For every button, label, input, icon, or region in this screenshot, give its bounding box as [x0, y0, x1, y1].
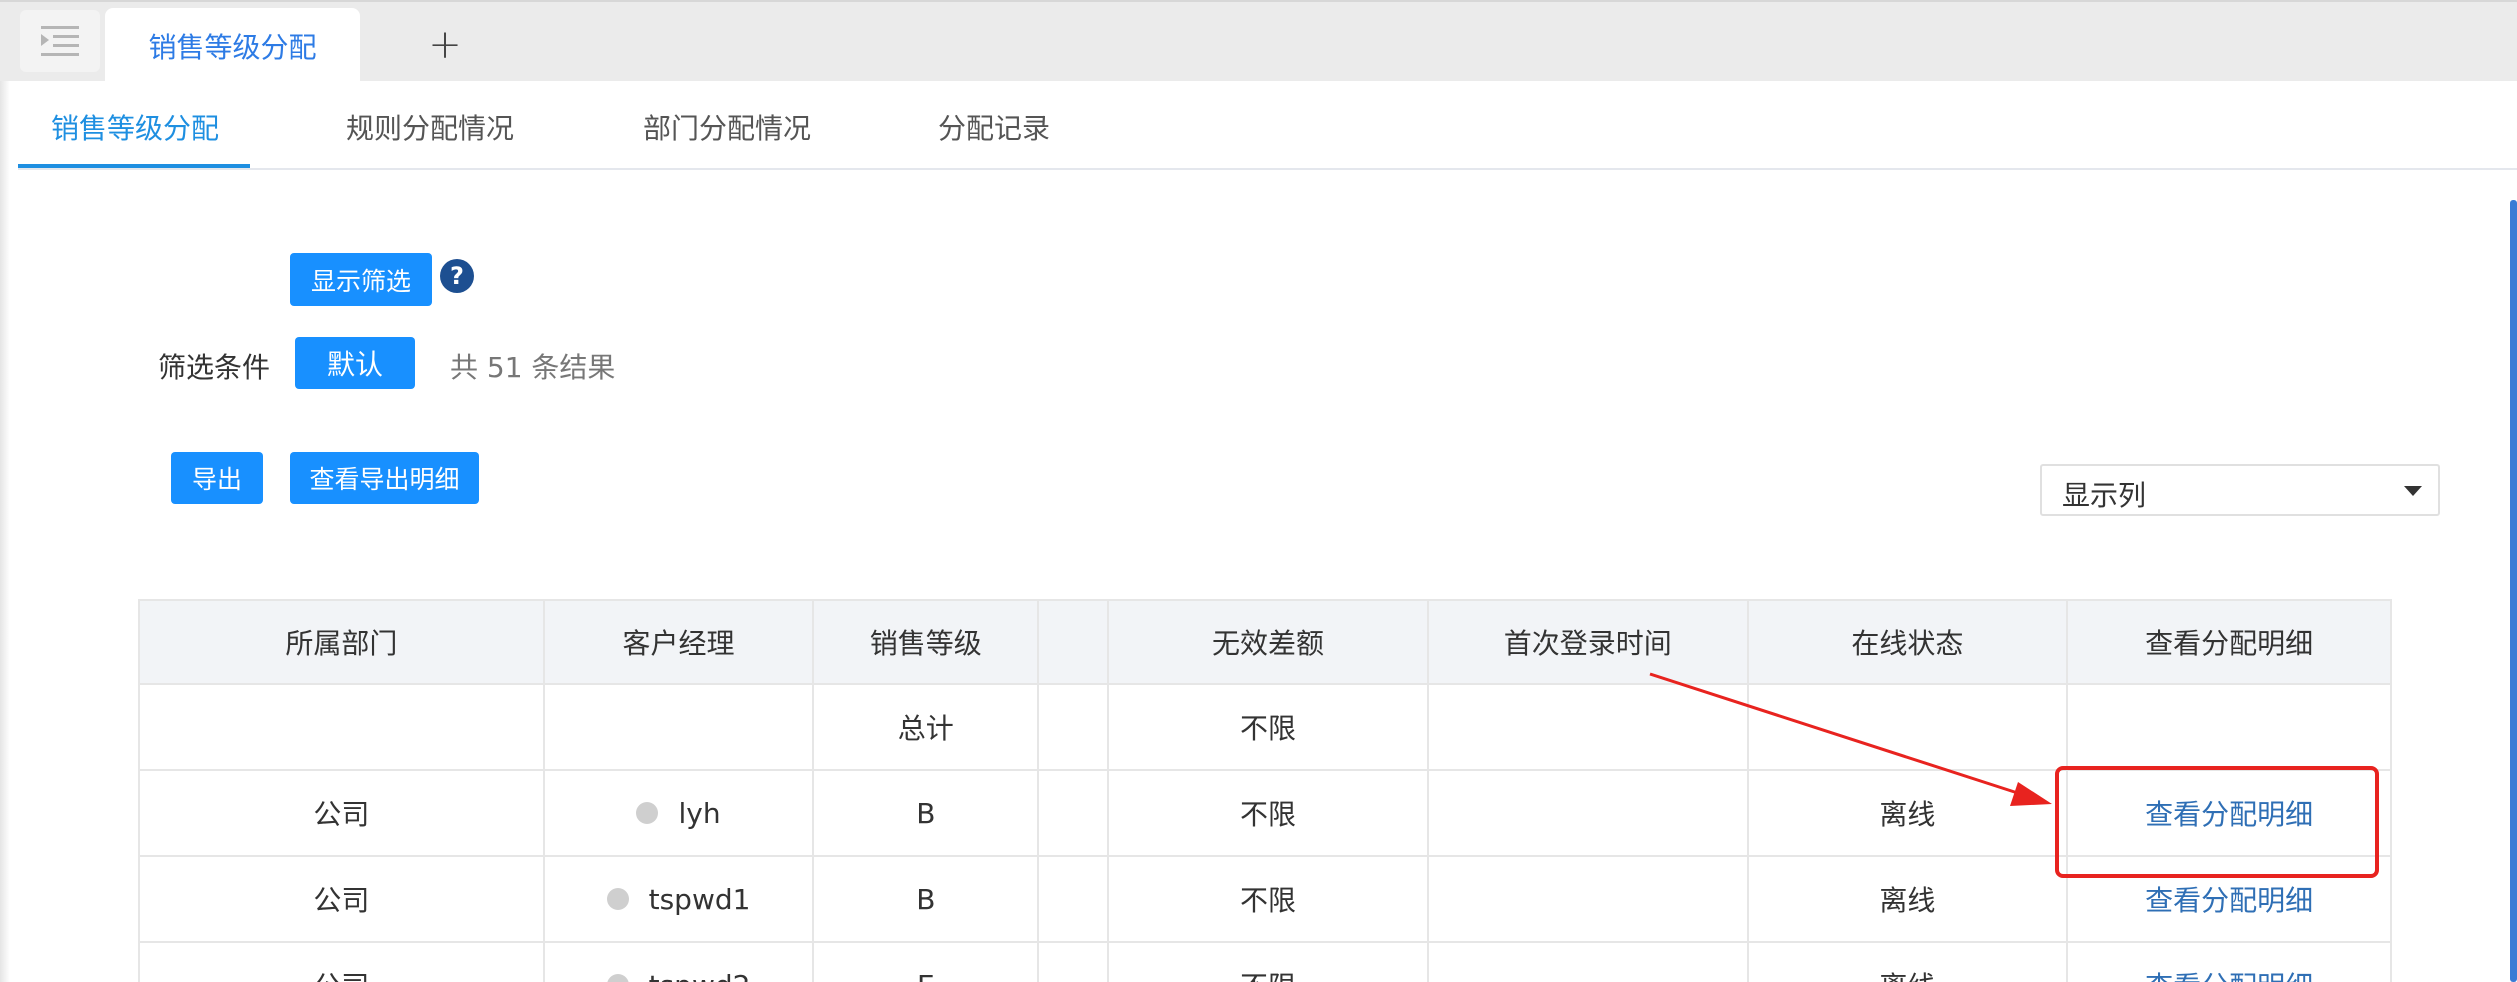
column-header-invalid-diff[interactable]: 无效差额: [1109, 601, 1429, 683]
select-value: 显示列: [2062, 479, 2147, 512]
scrollbar[interactable]: [2510, 200, 2517, 982]
button-label: 查看导出明细: [309, 465, 460, 494]
cell-first-login: [1429, 771, 1749, 855]
table-row: 公司 tspwd1 B 不限 离线 查看分配明细: [140, 857, 2393, 943]
button-label: 导出: [191, 465, 242, 494]
plus-icon: +: [428, 22, 462, 68]
table-cell: [140, 685, 545, 769]
view-allocation-detail-link[interactable]: 查看分配明细: [2145, 879, 2313, 919]
allocation-table: 所属部门 客户经理 销售等级 无效差额 首次登录时间 在线状态 查看分配明细 总…: [138, 599, 2393, 982]
column-header-manager[interactable]: 客户经理: [545, 601, 815, 683]
cell-manager: lyh: [545, 771, 815, 855]
cell-detail: 查看分配明细: [2068, 857, 2393, 941]
cell-sales-level: B: [814, 857, 1040, 941]
manager-name: tspwd1: [648, 882, 751, 916]
offline-status-dot-icon: [606, 888, 629, 910]
subtab-rule-allocation[interactable]: 规则分配情况: [346, 84, 514, 170]
offline-status-dot-icon: [636, 802, 659, 824]
manager-name: tspwd2: [649, 969, 751, 982]
total-label: 总计: [814, 685, 1040, 769]
cell-first-login: [1429, 943, 1749, 982]
cell-department: 公司: [140, 857, 545, 941]
column-header-online-status[interactable]: 在线状态: [1749, 601, 2069, 683]
subtab-label: 规则分配情况: [346, 112, 515, 145]
active-tab-indicator: [18, 164, 250, 168]
caret-down-icon: [2404, 486, 2422, 496]
cell-department: 公司: [140, 771, 545, 855]
button-label: 默认: [326, 348, 383, 381]
cell-invalid-diff: 不限: [1109, 943, 1429, 982]
column-header-department[interactable]: 所属部门: [140, 601, 545, 683]
cell-first-login: [1429, 857, 1749, 941]
top-tab-strip: 销售等级分配 +: [0, 0, 2517, 83]
column-header-sales-level[interactable]: 销售等级: [814, 601, 1040, 683]
sub-tab-bar: 销售等级分配 规则分配情况 部门分配情况 分配记录: [18, 84, 2517, 170]
question-mark: ?: [450, 262, 464, 290]
add-tab-button[interactable]: +: [420, 20, 470, 70]
subtab-sales-level-allocation[interactable]: 销售等级分配: [51, 84, 219, 170]
subtab-label: 销售等级分配: [51, 112, 220, 145]
filter-conditions-label: 筛选条件: [158, 351, 271, 384]
view-export-detail-button[interactable]: 查看导出明细: [290, 452, 479, 504]
default-filter-button[interactable]: 默认: [295, 337, 415, 389]
view-allocation-detail-link[interactable]: 查看分配明细: [2145, 793, 2313, 833]
table-cell: [1429, 685, 1749, 769]
table-cell: [1039, 857, 1110, 941]
subtab-department-allocation[interactable]: 部门分配情况: [643, 84, 811, 170]
subtab-label: 部门分配情况: [643, 112, 812, 145]
tab-sales-level-allocation[interactable]: 销售等级分配: [105, 8, 360, 83]
table-row: 公司 lyh B 不限 离线 查看分配明细: [140, 771, 2393, 857]
table-cell: [1039, 771, 1110, 855]
cell-sales-level: B: [814, 771, 1040, 855]
column-header-empty: [1039, 601, 1110, 683]
manager-name: lyh: [678, 796, 721, 830]
left-edge-shadow: [0, 81, 10, 982]
cell-online-status: 离线: [1749, 943, 2069, 982]
view-allocation-detail-link[interactable]: 查看分配明细: [2145, 965, 2313, 982]
cell-invalid-diff: 不限: [1109, 857, 1429, 941]
table-row: 公司 tspwd2 E 不限 离线 查看分配明细: [140, 943, 2393, 982]
table-cell: [545, 685, 815, 769]
cell-manager: tspwd1: [545, 857, 815, 941]
table-cell: [1039, 943, 1110, 982]
column-display-select[interactable]: 显示列: [2040, 464, 2440, 516]
table-cell: [2068, 685, 2393, 769]
help-icon[interactable]: ?: [440, 259, 474, 293]
subtab-label: 分配记录: [938, 112, 1051, 145]
table-cell: [1749, 685, 2069, 769]
total-diff: 不限: [1109, 685, 1429, 769]
cell-manager: tspwd2: [545, 943, 815, 982]
tab-label: 销售等级分配: [148, 30, 317, 64]
column-header-allocation-detail[interactable]: 查看分配明细: [2068, 601, 2393, 683]
cell-detail: 查看分配明细: [2068, 771, 2393, 855]
cell-department: 公司: [140, 943, 545, 982]
show-filter-button[interactable]: 显示筛选: [290, 253, 432, 306]
export-button[interactable]: 导出: [171, 452, 263, 504]
table-header-row: 所属部门 客户经理 销售等级 无效差额 首次登录时间 在线状态 查看分配明细: [140, 599, 2393, 685]
result-count: 共 51 条结果: [450, 351, 616, 384]
button-label: 显示筛选: [310, 266, 411, 296]
menu-toggle-button[interactable]: [20, 10, 100, 72]
subtab-allocation-records[interactable]: 分配记录: [938, 84, 1050, 170]
cell-online-status: 离线: [1749, 771, 2069, 855]
cell-invalid-diff: 不限: [1109, 771, 1429, 855]
column-header-first-login[interactable]: 首次登录时间: [1429, 601, 1749, 683]
offline-status-dot-icon: [606, 974, 629, 982]
table-cell: [1039, 685, 1110, 769]
cell-sales-level: E: [814, 943, 1040, 982]
cell-online-status: 离线: [1749, 857, 2069, 941]
table-total-row: 总计 不限: [140, 685, 2393, 771]
menu-collapse-icon: [41, 26, 79, 56]
cell-detail: 查看分配明细: [2068, 943, 2393, 982]
